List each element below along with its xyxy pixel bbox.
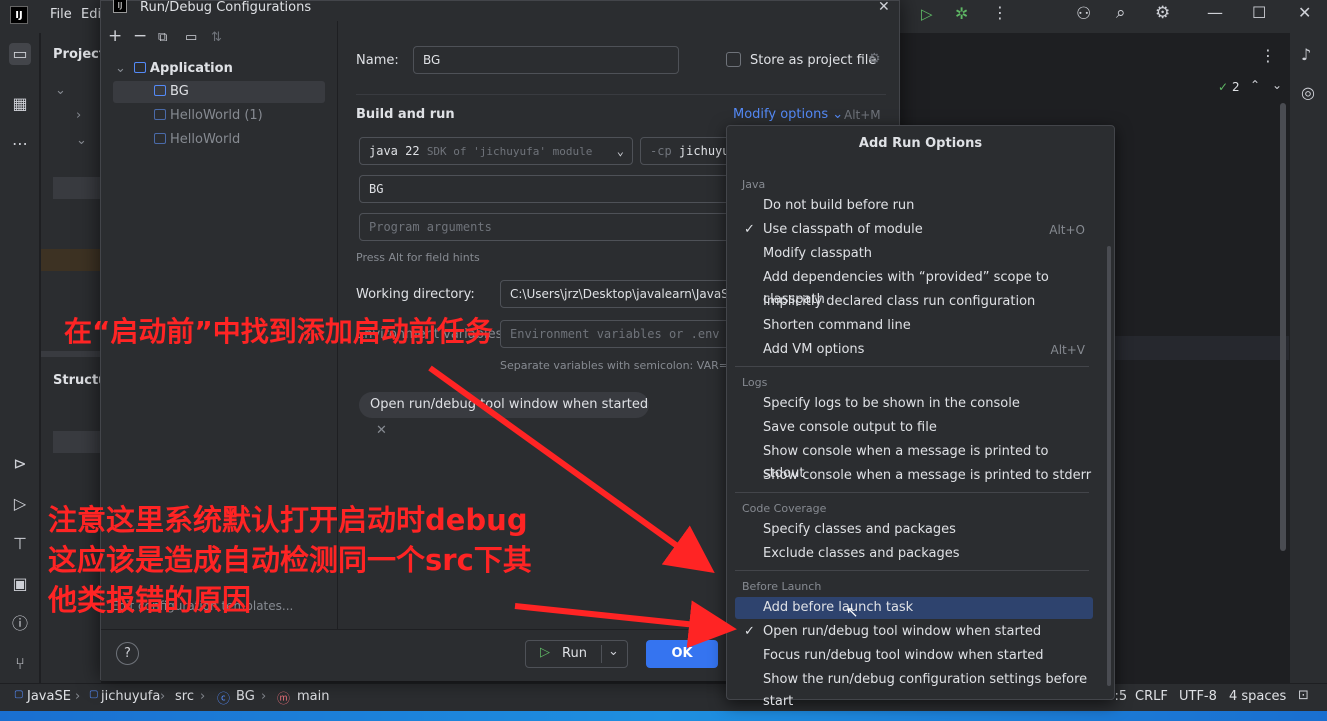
annotation-arrow-1: [428, 365, 715, 574]
annotation-arrow-2: [514, 600, 737, 649]
mouse-cursor-icon: ↖: [846, 603, 859, 621]
annotation-arrows: [428, 365, 737, 649]
